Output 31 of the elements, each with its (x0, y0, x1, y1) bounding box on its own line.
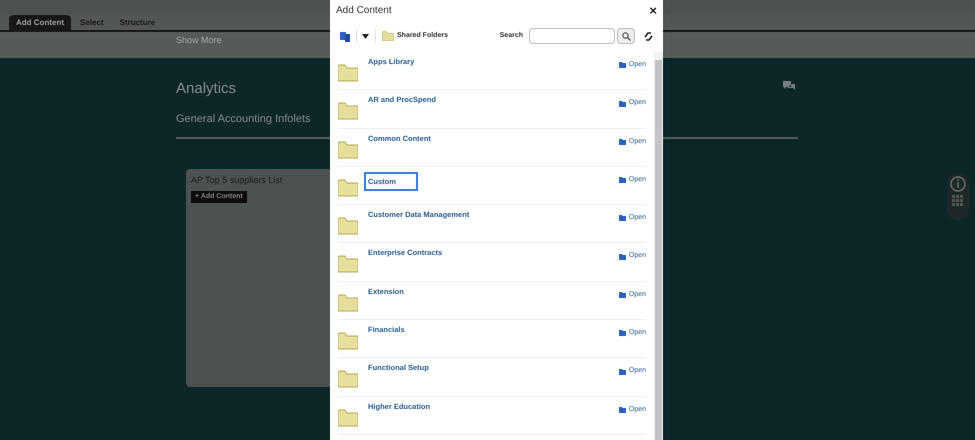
open-folder-icon (618, 292, 627, 298)
catalog-icon[interactable] (340, 30, 351, 42)
page-subtitle: General Accounting Infolets (176, 112, 311, 126)
page-title: Analytics (176, 79, 236, 99)
dialog-title: Add Content (336, 4, 392, 18)
folder-icon (338, 370, 358, 388)
chat-icon (782, 80, 796, 92)
folder-icon (338, 408, 358, 427)
search-icon (622, 32, 630, 40)
info-icon[interactable] (950, 176, 966, 192)
folder-icon (382, 31, 394, 41)
folder-icon (338, 64, 358, 82)
search-button[interactable] (617, 28, 635, 44)
open-folder-icon (618, 330, 627, 336)
open-folder-icon (618, 254, 627, 260)
folder-icon (338, 102, 358, 120)
folder-icon (338, 178, 358, 197)
folder-icon (338, 332, 358, 350)
open-folder-icon (618, 215, 627, 222)
open-folder-icon (618, 100, 627, 107)
folder-icon (338, 217, 358, 236)
folder-icon (338, 255, 358, 274)
open-folder-icon (618, 406, 627, 413)
tab[interactable]: Add Content (9, 15, 71, 30)
open-folder-icon (618, 177, 627, 184)
open-folder-icon (618, 62, 627, 68)
close-button[interactable]: × (649, 4, 657, 16)
open-folder-icon (618, 368, 627, 375)
folder-icon (338, 140, 358, 159)
folder-icon (338, 294, 358, 312)
search-field[interactable] (529, 28, 615, 44)
